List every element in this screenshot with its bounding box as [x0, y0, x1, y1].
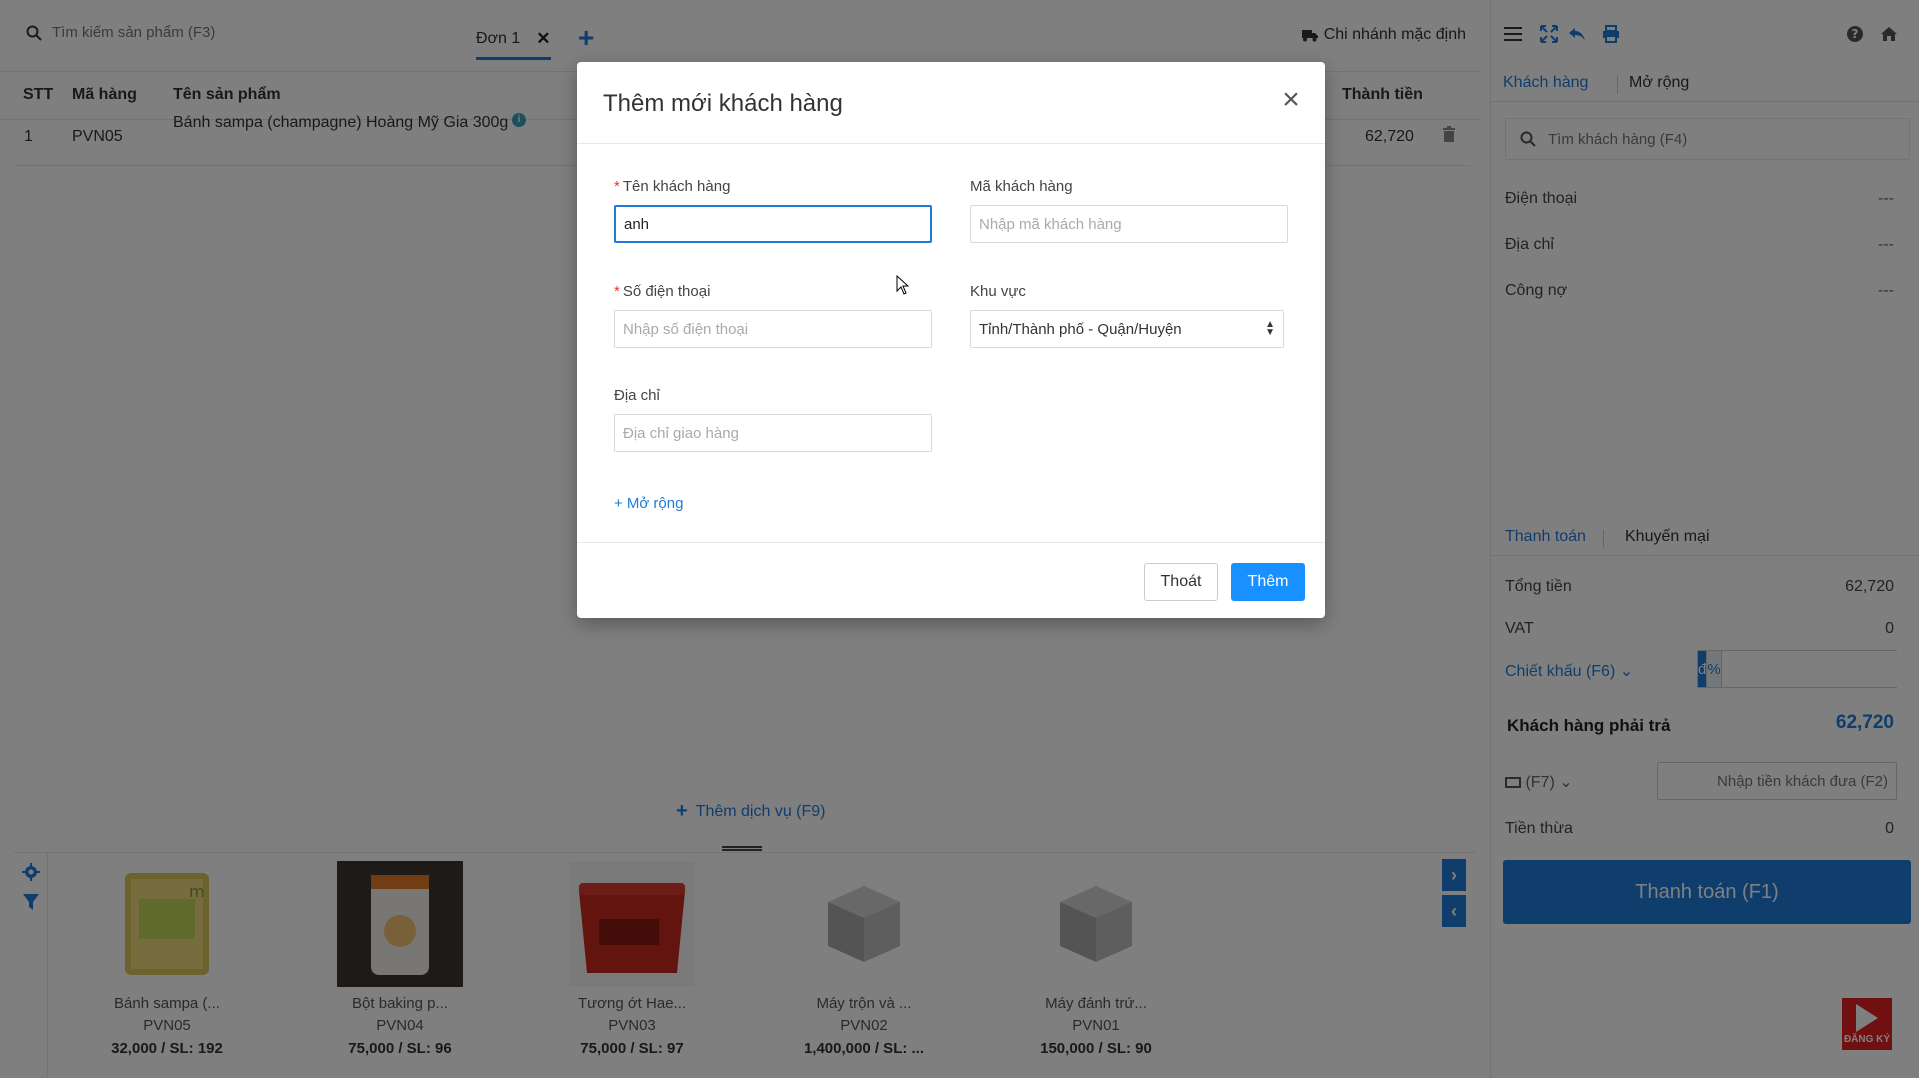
phone-label-text: Số điện thoại — [622, 283, 711, 300]
customer-name-field: * Tên khách hàng — [614, 178, 932, 243]
address-field: Địa chỉ — [614, 387, 932, 452]
add-button[interactable]: Thêm — [1231, 563, 1305, 601]
required-mark: * — [614, 178, 620, 195]
modal-footer: Thoát Thêm — [577, 542, 1325, 618]
phone-field: * Số điện thoại — [614, 283, 932, 348]
customer-name-input[interactable] — [614, 205, 932, 243]
phone-input[interactable] — [614, 310, 932, 348]
region-field: Khu vực Tỉnh/Thành phố - Quận/Huyện ▲ ▼ — [970, 283, 1288, 348]
address-label: Địa chỉ — [614, 387, 660, 404]
add-customer-modal: Thêm mới khách hàng × *Tên khách hàng Mã… — [577, 62, 1325, 618]
customer-name-label-text: Tên khách hàng — [622, 178, 731, 195]
address-input[interactable] — [614, 414, 932, 452]
phone-label: * Số điện thoại — [614, 283, 932, 300]
customer-code-input[interactable] — [970, 205, 1288, 243]
select-arrows-icon: ▲ ▼ — [1265, 319, 1275, 338]
customer-code-field: Mã khách hàng — [970, 178, 1288, 243]
region-label: Khu vực — [970, 283, 1026, 300]
mouse-cursor-icon — [896, 275, 910, 295]
modal-title: Thêm mới khách hàng — [603, 90, 843, 117]
customer-name-label: * Tên khách hàng — [614, 178, 932, 195]
region-select[interactable]: Tỉnh/Thành phố - Quận/Huyện ▲ ▼ — [970, 310, 1284, 348]
expand-link[interactable]: + Mở rộng — [614, 495, 683, 512]
exit-button[interactable]: Thoát — [1144, 563, 1218, 601]
region-value: Tỉnh/Thành phố - Quận/Huyện — [979, 320, 1182, 338]
customer-code-label: Mã khách hàng — [970, 178, 1073, 195]
required-mark: * — [614, 283, 620, 300]
modal-header: Thêm mới khách hàng × — [577, 62, 1325, 144]
close-icon[interactable]: × — [1277, 85, 1305, 115]
